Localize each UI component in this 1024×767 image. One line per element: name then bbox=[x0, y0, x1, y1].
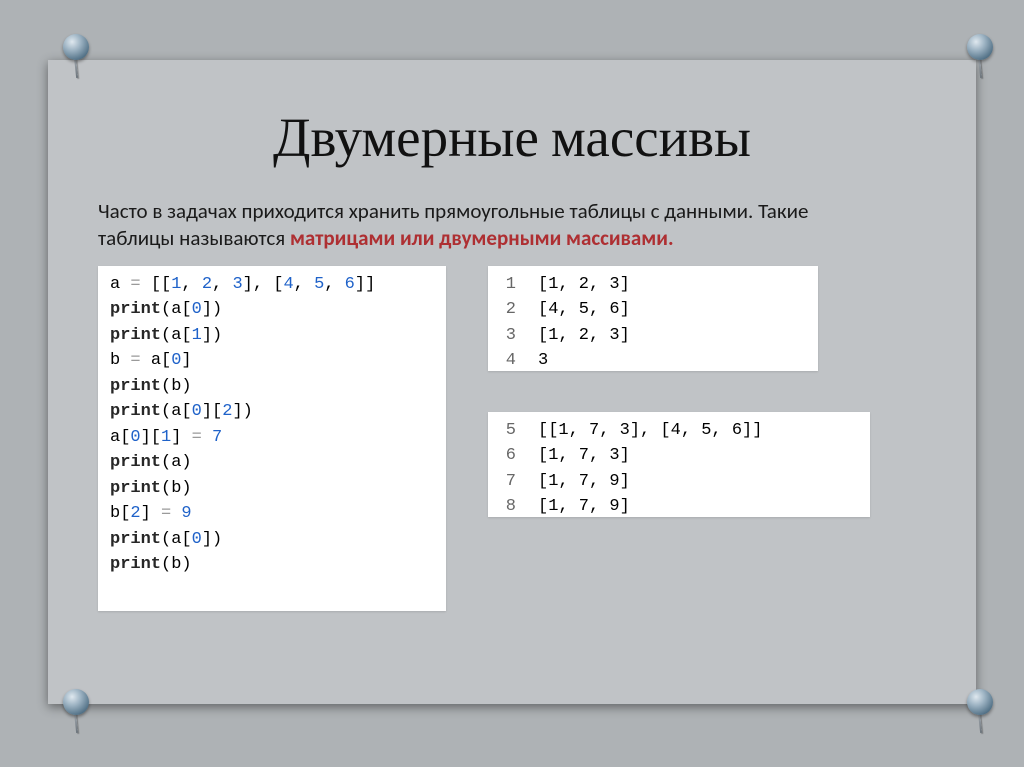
code-block: a = [[1, 2, 3], [4, 5, 6]] print(a[0]) p… bbox=[98, 266, 446, 611]
intro-paragraph: Часто в задачах приходится хранить прямо… bbox=[98, 198, 858, 252]
pushpin-icon bbox=[58, 689, 94, 739]
pushpin-icon bbox=[962, 689, 998, 739]
intro-highlight: матрицами или двумерными массивами. bbox=[290, 225, 674, 251]
pushpin-icon bbox=[58, 34, 94, 84]
slide-title: Двумерные массивы bbox=[98, 106, 926, 170]
output-block-2: 5[[1, 7, 3], [4, 5, 6]] 6[1, 7, 3] 7[1, … bbox=[488, 412, 870, 517]
pushpin-icon bbox=[962, 34, 998, 84]
output-block-1: 1[1, 2, 3] 2[4, 5, 6] 3[1, 2, 3] 43 bbox=[488, 266, 818, 371]
slide-body: Двумерные массивы Часто в задачах приход… bbox=[48, 60, 976, 704]
